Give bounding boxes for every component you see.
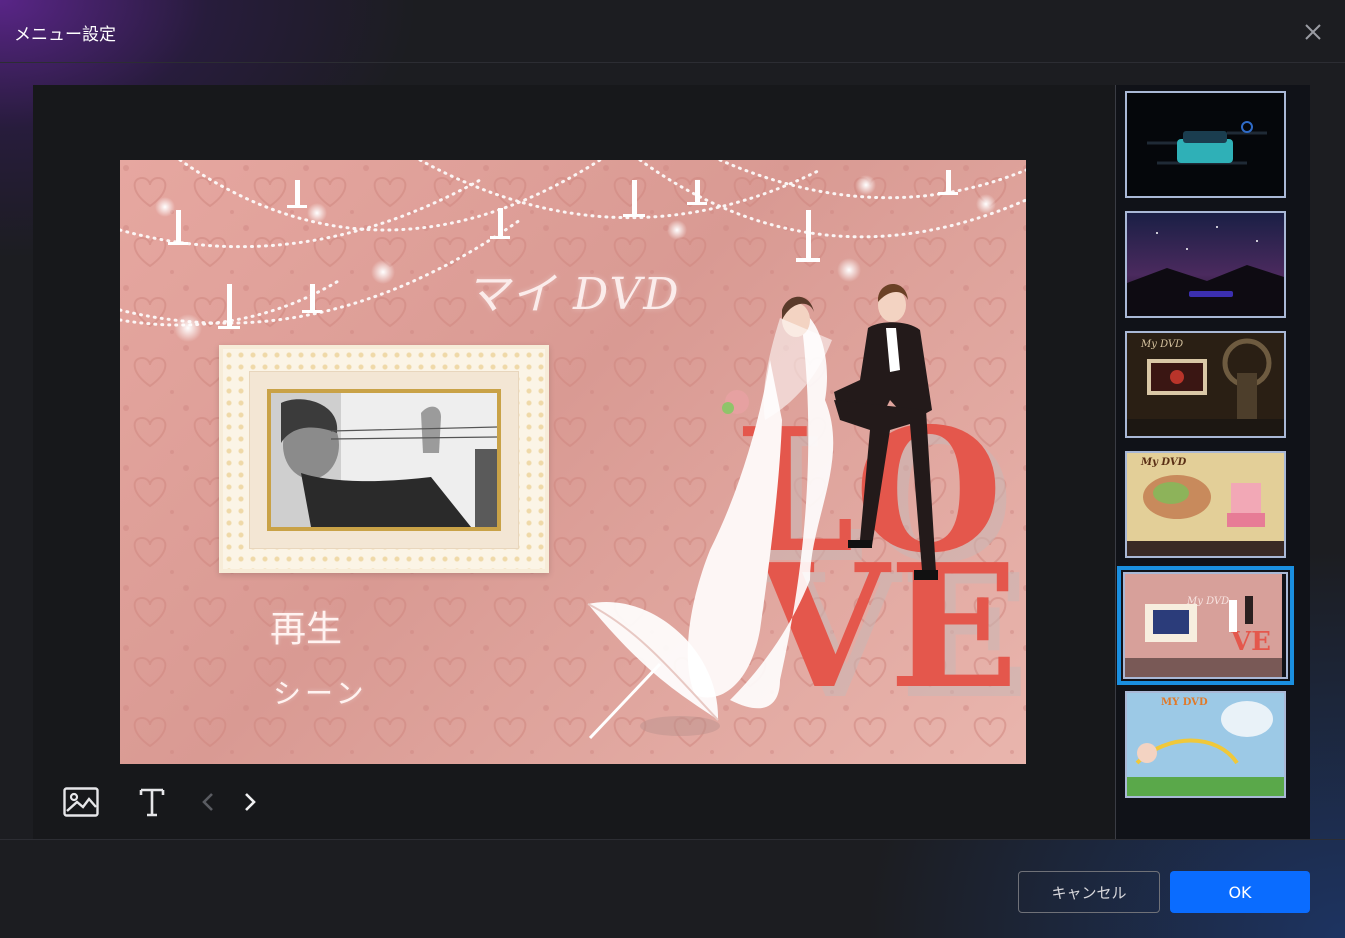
svg-text:VE: VE (756, 527, 1018, 727)
template-thumbnail[interactable]: MY DVD (1125, 691, 1286, 798)
template-thumbnail[interactable]: My DVD (1125, 451, 1286, 558)
scene-button[interactable]: シーン (273, 672, 368, 712)
dialog-title: メニュー設定 (14, 25, 116, 45)
template-thumbnail[interactable] (1125, 211, 1286, 318)
menu-title-text[interactable]: マイ DVD (465, 258, 681, 322)
close-icon[interactable] (1303, 22, 1323, 42)
title-bar: メニュー設定 (0, 0, 1345, 63)
cancel-button[interactable]: キャンセル (1018, 871, 1160, 913)
template-list: My DVD My DVD VE My DVD MY DVD (1115, 85, 1310, 839)
menu-preview-canvas: LO LO VE VE (120, 160, 1026, 764)
template-thumbnail-selected[interactable]: VE My DVD (1117, 566, 1294, 685)
play-button[interactable]: 再生 (270, 600, 342, 652)
chevron-right-icon[interactable] (243, 792, 257, 812)
photo-frame (219, 345, 549, 573)
ok-button[interactable]: OK (1170, 871, 1310, 913)
template-thumbnail[interactable]: My DVD (1125, 331, 1286, 438)
menu-thumbnail-photo[interactable] (267, 389, 501, 531)
text-icon[interactable] (139, 786, 165, 818)
chevron-left-icon[interactable] (201, 792, 215, 812)
image-icon[interactable] (63, 787, 99, 817)
template-thumbnail[interactable] (1125, 91, 1286, 198)
